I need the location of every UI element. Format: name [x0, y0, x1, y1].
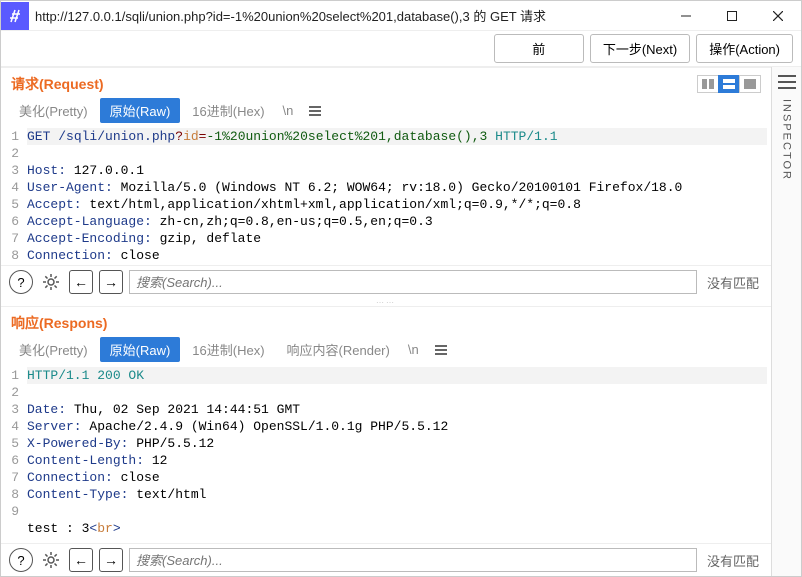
hamburger-icon[interactable] — [431, 340, 451, 360]
request-title: 请求(Request) — [11, 74, 104, 94]
request-tabs: 美化(Pretty) 原始(Raw) 16进制(Hex) \n — [1, 96, 771, 127]
body: 请求(Request) 美化(Pretty) 原始(Raw) 16进制(Hex)… — [1, 67, 801, 576]
search-input[interactable] — [129, 270, 697, 294]
view-mode-single-icon[interactable] — [739, 75, 761, 93]
titlebar: http://127.0.0.1/sqli/union.php?id=-1%20… — [1, 1, 801, 31]
gear-icon[interactable] — [39, 548, 63, 572]
gear-icon[interactable] — [39, 270, 63, 294]
request-editor[interactable]: 12345678 GET /sqli/union.php?id=-1%20uni… — [1, 127, 771, 265]
inspector-label[interactable]: INSPECTOR — [781, 99, 793, 181]
response-tabs: 美化(Pretty) 原始(Raw) 16进制(Hex) 响应内容(Render… — [1, 335, 771, 366]
response-editor[interactable]: 123456789 HTTP/1.1 200 OK Date: Thu, 02 … — [1, 366, 771, 543]
tab-raw[interactable]: 原始(Raw) — [100, 337, 181, 362]
minimize-button[interactable] — [663, 1, 709, 31]
window: http://127.0.0.1/sqli/union.php?id=-1%20… — [0, 0, 802, 577]
tab-pretty[interactable]: 美化(Pretty) — [9, 98, 98, 123]
next-match-button[interactable]: → — [99, 270, 123, 294]
main-toolbar: 前 下一步(Next) 操作(Action) — [1, 31, 801, 67]
app-icon — [1, 2, 29, 30]
response-footer: ? ← → 没有匹配 — [1, 543, 771, 576]
no-match-label: 没有匹配 — [703, 551, 763, 570]
tab-newline[interactable]: \n — [402, 339, 425, 360]
prev-match-button[interactable]: ← — [69, 548, 93, 572]
tab-hex[interactable]: 16进制(Hex) — [182, 337, 274, 362]
inspector-rail: INSPECTOR — [771, 67, 801, 576]
help-icon[interactable]: ? — [9, 548, 33, 572]
action-button[interactable]: 操作(Action) — [696, 34, 793, 63]
response-title: 响应(Respons) — [11, 313, 107, 333]
tab-render[interactable]: 响应内容(Render) — [277, 337, 400, 362]
tab-hex[interactable]: 16进制(Hex) — [182, 98, 274, 123]
no-match-label: 没有匹配 — [703, 273, 763, 292]
maximize-button[interactable] — [709, 1, 755, 31]
request-footer: ? ← → 没有匹配 — [1, 265, 771, 298]
rail-toggle-icon[interactable] — [778, 75, 796, 89]
back-button[interactable]: 前 — [494, 34, 584, 63]
tab-raw[interactable]: 原始(Raw) — [100, 98, 181, 123]
next-match-button[interactable]: → — [99, 548, 123, 572]
view-mode-rows-icon[interactable] — [718, 75, 740, 93]
help-icon[interactable]: ? — [9, 270, 33, 294]
search-input[interactable] — [129, 548, 697, 572]
tab-pretty[interactable]: 美化(Pretty) — [9, 337, 98, 362]
request-panel: 请求(Request) 美化(Pretty) 原始(Raw) 16进制(Hex)… — [1, 67, 771, 298]
hamburger-icon[interactable] — [305, 101, 325, 121]
close-button[interactable] — [755, 1, 801, 31]
view-mode-group — [698, 75, 761, 93]
view-mode-columns-icon[interactable] — [697, 75, 719, 93]
main-panels: 请求(Request) 美化(Pretty) 原始(Raw) 16进制(Hex)… — [1, 67, 771, 576]
prev-match-button[interactable]: ← — [69, 270, 93, 294]
tab-newline[interactable]: \n — [277, 100, 300, 121]
splitter[interactable]: ⋯⋯ — [1, 298, 771, 306]
next-button[interactable]: 下一步(Next) — [590, 34, 690, 63]
response-panel: 响应(Respons) 美化(Pretty) 原始(Raw) 16进制(Hex)… — [1, 306, 771, 576]
window-title: http://127.0.0.1/sqli/union.php?id=-1%20… — [29, 6, 663, 25]
